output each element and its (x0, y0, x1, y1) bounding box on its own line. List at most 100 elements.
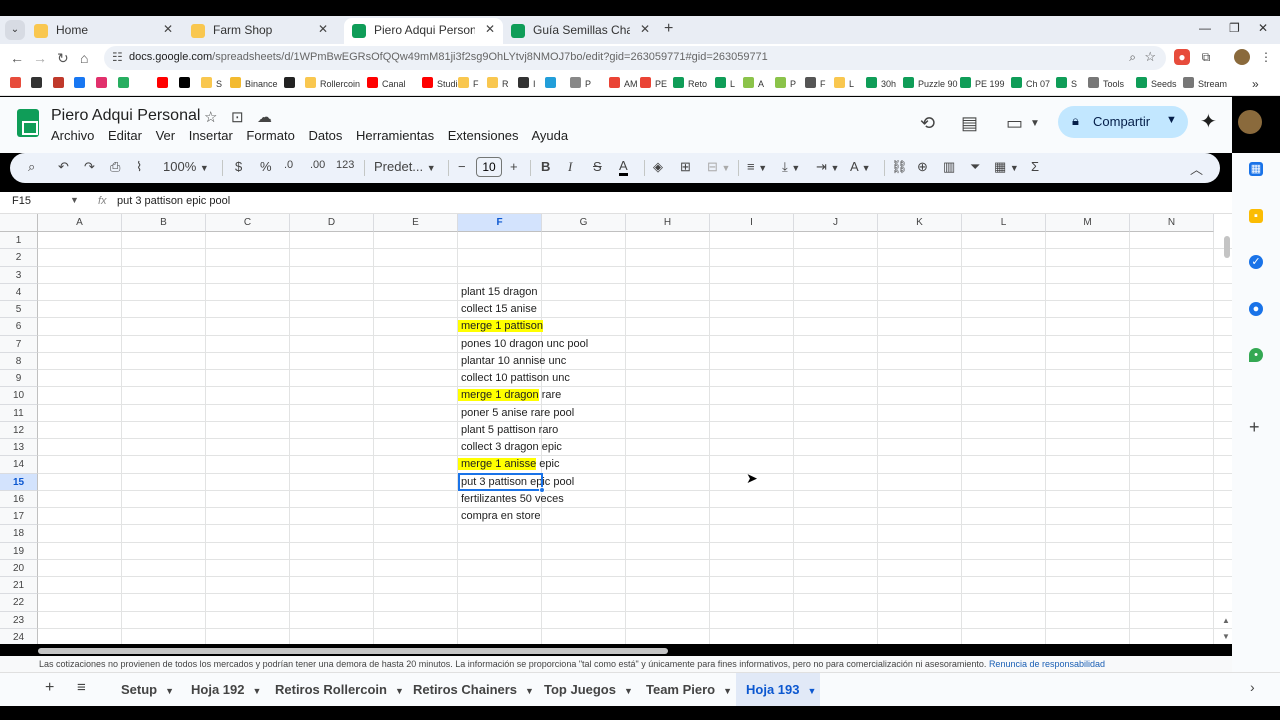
comments-icon[interactable]: ▤ (961, 113, 978, 134)
name-box-dropdown-icon[interactable]: ▼ (70, 195, 79, 205)
bookmark-item[interactable]: F (805, 76, 826, 92)
bold-icon[interactable]: B (541, 159, 550, 174)
menu-ver[interactable]: Ver (156, 128, 176, 143)
bookmark-item[interactable] (96, 76, 111, 92)
side-panel-toggle-icon[interactable]: › (1250, 679, 1255, 695)
share-dropdown-icon[interactable]: ▼ (1166, 114, 1177, 126)
cell-f7[interactable]: pones 10 dragon unc pool (458, 336, 588, 353)
row-header[interactable]: 21 (0, 577, 38, 595)
calendar-icon[interactable]: ▦ (1249, 162, 1263, 176)
profile-avatar[interactable] (1234, 49, 1250, 65)
cell-f6[interactable]: merge 1 pattison (458, 318, 543, 335)
bookmark-item[interactable]: Tools (1088, 76, 1124, 92)
bookmark-item[interactable] (284, 76, 299, 92)
extensions-puzzle-icon[interactable]: ⧉ (1198, 49, 1214, 65)
menu-herramientas[interactable]: Herramientas (356, 128, 434, 143)
sheet-tab[interactable]: Setup ▼ (111, 673, 175, 706)
row-header[interactable]: 10 (0, 387, 38, 405)
back-icon[interactable]: ← (10, 50, 24, 66)
close-tab-icon[interactable]: ✕ (485, 22, 495, 36)
move-folder-icon[interactable]: ⊡ (231, 108, 244, 126)
search-menus-icon[interactable]: ⌕ (28, 159, 35, 175)
row-header[interactable]: 17 (0, 508, 38, 526)
bookmark-item[interactable]: P (570, 76, 591, 92)
bookmark-item[interactable]: 30h (866, 76, 896, 92)
tab-search-button[interactable]: ⌄ (5, 20, 25, 40)
row-header[interactable]: 4 (0, 283, 38, 301)
currency-format-button[interactable]: $ (235, 159, 242, 174)
print-icon[interactable]: ⎙ (110, 159, 120, 175)
row-header[interactable]: 14 (0, 456, 38, 474)
bookmark-item[interactable] (157, 76, 172, 92)
zoom-select[interactable]: 100% ▼ (163, 159, 209, 174)
column-header[interactable]: K (878, 214, 962, 232)
column-header[interactable]: L (962, 214, 1046, 232)
column-header[interactable]: I (710, 214, 794, 232)
bookmark-item[interactable]: PE (640, 76, 667, 92)
cell-f11[interactable]: poner 5 anise rare pool (458, 405, 574, 422)
name-box[interactable]: F15 (12, 195, 31, 207)
row-header[interactable]: 7 (0, 335, 38, 353)
borders-icon[interactable]: ⊞ (680, 159, 691, 175)
row-header[interactable]: 19 (0, 542, 38, 560)
row-header[interactable]: 2 (0, 249, 38, 267)
zoom-icon[interactable]: ⌕ (1129, 50, 1136, 65)
vertical-align-icon[interactable]: ⤓ ▼ (782, 159, 800, 175)
sheets-logo-icon[interactable] (17, 109, 39, 137)
row-header[interactable]: 9 (0, 370, 38, 388)
star-icon[interactable]: ☆ (204, 108, 217, 126)
site-info-icon[interactable]: ☷ (112, 50, 123, 64)
version-history-icon[interactable]: ⟲ (920, 113, 935, 134)
bookmark-item[interactable]: L (834, 76, 854, 92)
row-header[interactable]: 12 (0, 421, 38, 439)
sheet-tab-dropdown-icon[interactable]: ▼ (165, 686, 174, 696)
maps-icon[interactable]: • (1249, 348, 1263, 362)
meet-dropdown-icon[interactable]: ▼ (1030, 118, 1040, 129)
browser-tab[interactable]: Farm Shop ✕ (183, 18, 336, 44)
decrease-decimal-button[interactable]: .0 (284, 159, 293, 171)
all-sheets-icon[interactable]: ≡ (77, 679, 86, 696)
bookmark-item[interactable] (53, 76, 68, 92)
column-header[interactable]: C (206, 214, 290, 232)
cell-f5[interactable]: collect 15 anise (458, 301, 537, 318)
sheet-tab[interactable]: Hoja 193 ▼ (736, 673, 820, 706)
row-header[interactable]: 6 (0, 318, 38, 336)
scroll-up-icon[interactable]: ▲ (1222, 616, 1230, 625)
close-tab-icon[interactable]: ✕ (163, 22, 173, 36)
sheet-tab[interactable]: Hoja 192 ▼ (181, 673, 261, 706)
column-header[interactable]: F (458, 214, 542, 232)
row-header[interactable]: 3 (0, 266, 38, 284)
italic-icon[interactable]: I (568, 159, 572, 175)
new-tab-button[interactable]: + (664, 20, 673, 38)
undo-icon[interactable]: ↶ (58, 159, 69, 175)
forward-icon[interactable]: → (33, 50, 47, 66)
bookmark-star-icon[interactable]: ☆ (1144, 49, 1156, 65)
share-button[interactable]: 🔒︎ Compartir ▼ (1058, 106, 1188, 138)
formula-input[interactable]: put 3 pattison epic pool (117, 195, 230, 207)
bookmark-item[interactable]: R (487, 76, 509, 92)
meet-icon[interactable]: ▭ (1006, 113, 1023, 134)
filter-icon[interactable]: ⏷ (970, 159, 980, 175)
bookmark-item[interactable]: F (458, 76, 479, 92)
cell-f10[interactable]: merge 1 dragon rare (458, 387, 561, 404)
sheet-tab-dropdown-icon[interactable]: ▼ (252, 686, 261, 696)
strikethrough-icon[interactable]: S (593, 159, 602, 174)
bookmark-item[interactable]: S (201, 76, 222, 92)
increase-font-size-icon[interactable]: + (510, 159, 518, 174)
sheet-tab-dropdown-icon[interactable]: ▼ (723, 686, 732, 696)
redo-icon[interactable]: ↷ (84, 159, 95, 175)
gemini-icon[interactable]: ✦ (1200, 109, 1217, 134)
menu-ayuda[interactable]: Ayuda (531, 128, 568, 143)
bookmark-item[interactable] (118, 76, 133, 92)
collapse-toolbar-icon[interactable]: ︿ (1190, 159, 1203, 178)
menu-extensiones[interactable]: Extensiones (448, 128, 519, 143)
fill-handle[interactable] (539, 486, 545, 493)
insert-link-icon[interactable]: ⛓ (891, 159, 908, 175)
close-window-icon[interactable]: ✕ (1258, 21, 1268, 35)
keep-icon[interactable]: ▪ (1249, 209, 1263, 223)
close-tab-icon[interactable]: ✕ (318, 22, 328, 36)
browser-tab[interactable]: Piero Adqui Personal - Hojas de cálculo ✕ (344, 18, 503, 44)
restore-icon[interactable]: ❐ (1229, 21, 1240, 35)
row-header[interactable]: 22 (0, 594, 38, 612)
url-field[interactable]: ☷ docs.google.com/spreadsheets/d/1WPmBwE… (104, 46, 1166, 70)
